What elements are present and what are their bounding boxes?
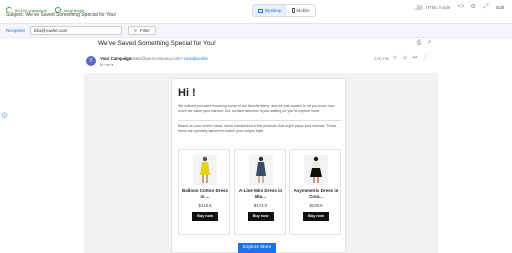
mobile-view-button[interactable]: Mobile — [286, 5, 315, 16]
sender-email: <contact@yourcompany.com> — [125, 56, 184, 61]
product-price: $174.0 — [253, 203, 268, 208]
recipient-input[interactable]: bilu@rowlet.com — [30, 26, 122, 35]
sender-row: Y Your Campaign <contact@yourcompany.com… — [86, 55, 438, 69]
filter-icon: ≡ — [134, 27, 137, 34]
recipient-dropdown[interactable]: to me ▾ — [100, 62, 113, 67]
buy-now-button[interactable]: Buy now — [192, 212, 218, 221]
divider — [178, 120, 341, 121]
email-preview-app: 82/100 characters Ideal length Subject: … — [0, 0, 512, 253]
buy-now-button[interactable]: Buy now — [247, 212, 274, 221]
reply-icon[interactable]: ↩ — [412, 55, 418, 61]
device-toggle: Desktop Mobile — [252, 4, 316, 17]
unsubscribe-link[interactable]: Unsubscribe — [184, 56, 208, 61]
expand-icon[interactable]: ⤢ — [483, 4, 489, 10]
open-in-new-icon[interactable]: ↗ — [426, 40, 432, 46]
greeting: Hi ! — [178, 87, 196, 99]
right-toolbar: HTML mode <> ⚙ ⤢ Edit — [412, 4, 504, 10]
desktop-icon — [258, 8, 263, 13]
product-name[interactable]: Asymmetric Dress in Crea... — [292, 188, 340, 199]
buy-now-button[interactable]: Buy now — [303, 212, 329, 221]
more-options-icon[interactable]: ⋮ — [422, 55, 428, 61]
mobile-label: Mobile — [296, 8, 310, 13]
print-icon[interactable]: ⎙ — [416, 40, 422, 46]
email-card: Hi ! We noticed you were browsing some o… — [171, 78, 346, 253]
filter-label: Filter — [139, 28, 150, 33]
intro-paragraph: We noticed you were browsing some of our… — [178, 104, 335, 113]
recommendation-paragraph: Based on your recent views, we've handpi… — [178, 124, 337, 133]
code-icon[interactable]: <> — [457, 4, 464, 10]
mobile-icon — [291, 8, 295, 13]
explore-more-button[interactable]: Explore More — [238, 243, 276, 253]
html-mode-label: HTML mode — [425, 4, 451, 10]
product-grid: Balloon Cotton Dress in ... $418.5 Buy n… — [178, 149, 341, 235]
recipient-label: Recipient — [6, 28, 25, 33]
product-name[interactable]: A-Line Mini Dress in Blu... — [237, 188, 285, 199]
product-image — [193, 155, 217, 185]
emoji-icon[interactable]: ☺ — [402, 55, 408, 61]
html-mode-toggle[interactable] — [412, 4, 423, 10]
desktop-view-button[interactable]: Desktop — [253, 5, 287, 16]
subject-line: Subject: We've Saved Something Special f… — [6, 12, 117, 18]
email-pane: We've Saved Something Special for You! ⎙… — [84, 38, 438, 253]
desktop-label: Desktop — [265, 8, 282, 13]
avatar: Y — [86, 56, 96, 66]
product-card: A-Line Mini Dress in Blu... $174.0 Buy n… — [233, 149, 286, 235]
star-icon[interactable]: ☆ — [392, 55, 398, 61]
product-image — [248, 155, 273, 185]
filter-button[interactable]: ≡ Filter — [128, 26, 156, 35]
product-price: $229.0 — [309, 203, 323, 208]
settings-icon[interactable]: ⚙ — [470, 4, 476, 10]
gear-icon[interactable]: ⚙ — [1, 112, 9, 120]
product-image — [304, 155, 328, 185]
product-card: Balloon Cotton Dress in ... $418.5 Buy n… — [178, 149, 230, 235]
product-card: Asymmetric Dress in Crea... $229.0 Buy n… — [289, 149, 341, 235]
product-price: $418.5 — [198, 203, 212, 208]
email-subject: We've Saved Something Special for You! — [98, 40, 216, 47]
sent-time: 2:00 PM — [374, 56, 389, 61]
recipient-row: Recipient bilu@rowlet.com ≡ Filter — [0, 23, 512, 38]
product-name[interactable]: Balloon Cotton Dress in ... — [181, 188, 229, 199]
edit-button[interactable]: Edit — [496, 5, 504, 10]
